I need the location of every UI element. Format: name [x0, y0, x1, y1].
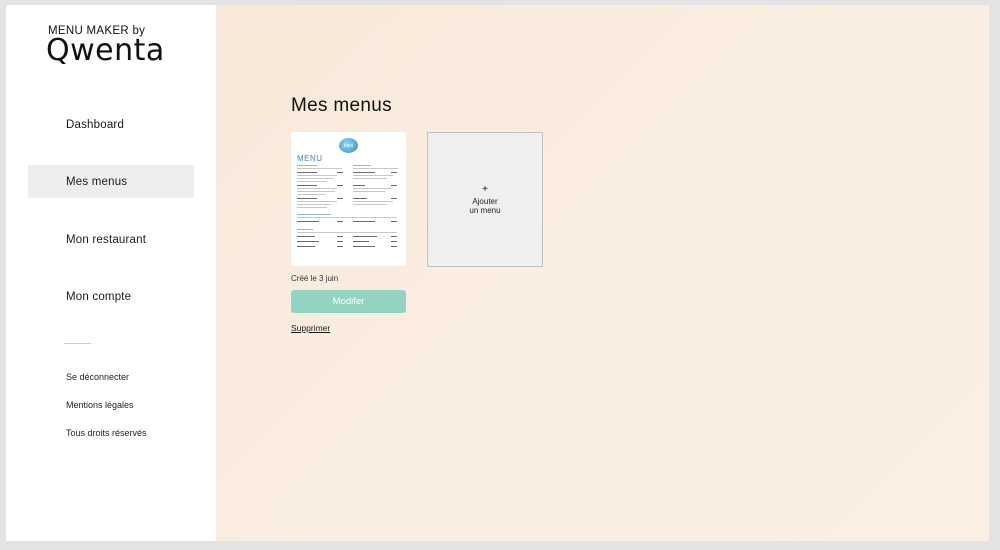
- add-menu-card[interactable]: + Ajouter un menu: [427, 132, 543, 267]
- add-menu-label: Ajouter un menu: [469, 197, 501, 215]
- brand-logo: Qwenta: [46, 33, 165, 68]
- restaurant-logo-icon: kasi: [339, 138, 358, 153]
- sidebar-item-mes-menus[interactable]: Mes menus: [28, 165, 194, 198]
- legal-mentions-link[interactable]: Mentions légales: [66, 400, 134, 410]
- sidebar-item-mon-compte[interactable]: Mon compte: [28, 280, 194, 313]
- menu-created-date: Créé le 3 juin: [291, 274, 339, 283]
- sidebar-item-label: Mon restaurant: [66, 233, 147, 246]
- plus-icon: +: [482, 184, 488, 195]
- sidebar-item-mon-restaurant[interactable]: Mon restaurant: [28, 223, 194, 256]
- main-content: Mes menus kasi MENU Créé le 3 juin Modif…: [216, 5, 989, 541]
- sidebar-divider: [64, 343, 91, 344]
- rights-reserved-link[interactable]: Tous droits réservés: [66, 428, 147, 438]
- menu-preview-title: MENU: [297, 154, 323, 163]
- menu-preview-card[interactable]: kasi MENU: [291, 132, 406, 266]
- app-frame: MENU MAKER by Qwenta Dashboard Mes menus…: [6, 5, 989, 541]
- sidebar: MENU MAKER by Qwenta Dashboard Mes menus…: [6, 5, 216, 541]
- delete-link[interactable]: Supprimer: [291, 323, 330, 333]
- sidebar-item-dashboard[interactable]: Dashboard: [28, 108, 194, 141]
- modify-button[interactable]: Modifer: [291, 290, 406, 313]
- sidebar-item-label: Mon compte: [66, 290, 132, 303]
- logout-link[interactable]: Se déconnecter: [66, 372, 129, 382]
- page-title: Mes menus: [291, 95, 392, 116]
- sidebar-item-label: Mes menus: [66, 175, 128, 188]
- sidebar-item-label: Dashboard: [66, 118, 125, 131]
